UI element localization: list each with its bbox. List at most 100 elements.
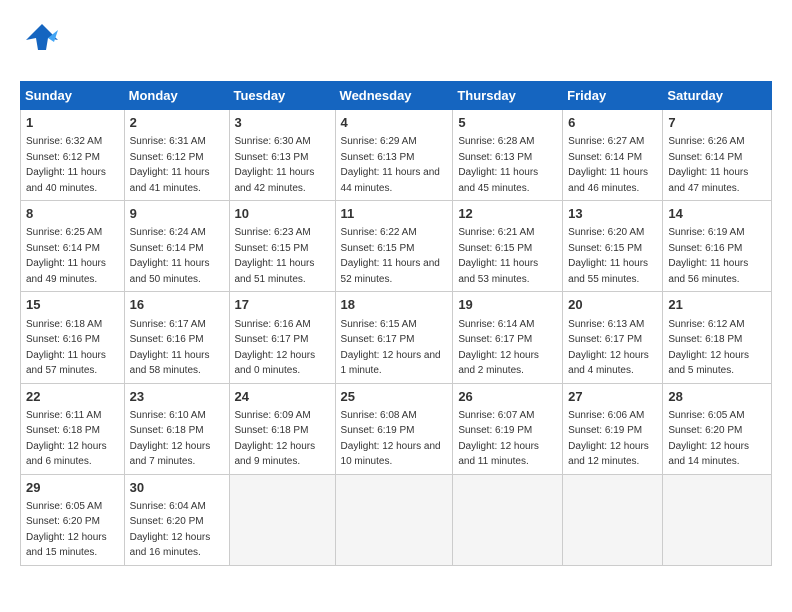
day-number: 3: [235, 114, 330, 132]
header-saturday: Saturday: [663, 82, 772, 110]
day-info: Sunrise: 6:13 AMSunset: 6:17 PMDaylight:…: [568, 319, 649, 377]
header-monday: Monday: [124, 82, 229, 110]
table-row: 5 Sunrise: 6:28 AMSunset: 6:13 PMDaylight…: [453, 110, 563, 201]
day-number: 11: [341, 205, 448, 223]
calendar-row: 8 Sunrise: 6:25 AMSunset: 6:14 PMDaylight…: [21, 201, 772, 292]
calendar-table: Sunday Monday Tuesday Wednesday Thursday…: [20, 81, 772, 566]
day-number: 5: [458, 114, 557, 132]
table-row: 16 Sunrise: 6:17 AMSunset: 6:16 PMDayligh…: [124, 292, 229, 383]
day-info: Sunrise: 6:09 AMSunset: 6:18 PMDaylight:…: [235, 410, 316, 468]
day-info: Sunrise: 6:26 AMSunset: 6:14 PMDaylight:…: [668, 136, 748, 194]
table-row: 30 Sunrise: 6:04 AMSunset: 6:20 PMDayligh…: [124, 474, 229, 565]
table-row: 9Sunrise: 6:24 AMSunset: 6:14 PMDaylight…: [124, 201, 229, 292]
day-info: Sunrise: 6:04 AMSunset: 6:20 PMDaylight:…: [130, 501, 211, 559]
day-info: Sunrise: 6:18 AMSunset: 6:16 PMDaylight:…: [26, 319, 106, 377]
day-number: 1: [26, 114, 119, 132]
calendar-body: 1 Sunrise: 6:32 AMSunset: 6:12 PMDaylight…: [21, 110, 772, 566]
table-row: 10 Sunrise: 6:23 AMSunset: 6:15 PMDayligh…: [229, 201, 335, 292]
day-info: Sunrise: 6:28 AMSunset: 6:13 PMDaylight:…: [458, 136, 538, 194]
logo-icon: [20, 20, 64, 71]
day-info: Sunrise: 6:22 AMSunset: 6:15 PMDaylight:…: [341, 227, 440, 285]
day-info: Sunrise: 6:25 AMSunset: 6:14 PMDaylight:…: [26, 227, 106, 285]
table-row: [229, 474, 335, 565]
table-row: 8 Sunrise: 6:25 AMSunset: 6:14 PMDaylight…: [21, 201, 125, 292]
day-info: Sunrise: 6:16 AMSunset: 6:17 PMDaylight:…: [235, 319, 316, 377]
day-number: 16: [130, 296, 224, 314]
table-row: 23Sunrise: 6:10 AMSunset: 6:18 PMDayligh…: [124, 383, 229, 474]
day-info: Sunrise: 6:19 AMSunset: 6:16 PMDaylight:…: [668, 227, 748, 285]
table-row: 17 Sunrise: 6:16 AMSunset: 6:17 PMDayligh…: [229, 292, 335, 383]
calendar-row: 22 Sunrise: 6:11 AMSunset: 6:18 PMDayligh…: [21, 383, 772, 474]
table-row: 2 Sunrise: 6:31 AMSunset: 6:12 PMDaylight…: [124, 110, 229, 201]
day-number: 26: [458, 388, 557, 406]
weekday-header-row: Sunday Monday Tuesday Wednesday Thursday…: [21, 82, 772, 110]
day-info: Sunrise: 6:24 AMSunset: 6:14 PMDaylight:…: [130, 227, 210, 285]
day-number: 15: [26, 296, 119, 314]
day-number: 24: [235, 388, 330, 406]
header-wednesday: Wednesday: [335, 82, 453, 110]
table-row: [663, 474, 772, 565]
table-row: 25 Sunrise: 6:08 AMSunset: 6:19 PMDayligh…: [335, 383, 453, 474]
table-row: 1 Sunrise: 6:32 AMSunset: 6:12 PMDaylight…: [21, 110, 125, 201]
page-header: [20, 20, 772, 71]
day-info: Sunrise: 6:31 AMSunset: 6:12 PMDaylight:…: [130, 136, 210, 194]
day-number: 30: [130, 479, 224, 497]
day-number: 13: [568, 205, 657, 223]
table-row: 18 Sunrise: 6:15 AMSunset: 6:17 PMDayligh…: [335, 292, 453, 383]
day-number: 18: [341, 296, 448, 314]
day-info: Sunrise: 6:08 AMSunset: 6:19 PMDaylight:…: [341, 410, 441, 468]
day-info: Sunrise: 6:10 AMSunset: 6:18 PMDaylight:…: [130, 410, 211, 468]
day-info: Sunrise: 6:23 AMSunset: 6:15 PMDaylight:…: [235, 227, 315, 285]
day-number: 19: [458, 296, 557, 314]
header-friday: Friday: [563, 82, 663, 110]
table-row: 24 Sunrise: 6:09 AMSunset: 6:18 PMDayligh…: [229, 383, 335, 474]
day-info: Sunrise: 6:11 AMSunset: 6:18 PMDaylight:…: [26, 410, 107, 468]
table-row: 22 Sunrise: 6:11 AMSunset: 6:18 PMDayligh…: [21, 383, 125, 474]
table-row: 12 Sunrise: 6:21 AMSunset: 6:15 PMDayligh…: [453, 201, 563, 292]
logo: [20, 20, 68, 71]
day-info: Sunrise: 6:06 AMSunset: 6:19 PMDaylight:…: [568, 410, 649, 468]
table-row: 11 Sunrise: 6:22 AMSunset: 6:15 PMDayligh…: [335, 201, 453, 292]
header-sunday: Sunday: [21, 82, 125, 110]
day-info: Sunrise: 6:20 AMSunset: 6:15 PMDaylight:…: [568, 227, 648, 285]
day-number: 22: [26, 388, 119, 406]
day-info: Sunrise: 6:15 AMSunset: 6:17 PMDaylight:…: [341, 319, 441, 377]
table-row: 29Sunrise: 6:05 AMSunset: 6:20 PMDayligh…: [21, 474, 125, 565]
table-row: 27Sunrise: 6:06 AMSunset: 6:19 PMDayligh…: [563, 383, 663, 474]
day-number: 8: [26, 205, 119, 223]
day-number: 7: [668, 114, 766, 132]
calendar-row: 15 Sunrise: 6:18 AMSunset: 6:16 PMDayligh…: [21, 292, 772, 383]
day-number: 17: [235, 296, 330, 314]
table-row: 7 Sunrise: 6:26 AMSunset: 6:14 PMDaylight…: [663, 110, 772, 201]
day-info: Sunrise: 6:17 AMSunset: 6:16 PMDaylight:…: [130, 319, 210, 377]
day-info: Sunrise: 6:29 AMSunset: 6:13 PMDaylight:…: [341, 136, 440, 194]
table-row: 26 Sunrise: 6:07 AMSunset: 6:19 PMDayligh…: [453, 383, 563, 474]
table-row: 4Sunrise: 6:29 AMSunset: 6:13 PMDaylight…: [335, 110, 453, 201]
day-number: 25: [341, 388, 448, 406]
table-row: 3 Sunrise: 6:30 AMSunset: 6:13 PMDaylight…: [229, 110, 335, 201]
header-thursday: Thursday: [453, 82, 563, 110]
table-row: 28Sunrise: 6:05 AMSunset: 6:20 PMDayligh…: [663, 383, 772, 474]
day-number: 28: [668, 388, 766, 406]
table-row: 14 Sunrise: 6:19 AMSunset: 6:16 PMDayligh…: [663, 201, 772, 292]
day-info: Sunrise: 6:30 AMSunset: 6:13 PMDaylight:…: [235, 136, 315, 194]
day-info: Sunrise: 6:32 AMSunset: 6:12 PMDaylight:…: [26, 136, 106, 194]
day-number: 14: [668, 205, 766, 223]
calendar-row: 1 Sunrise: 6:32 AMSunset: 6:12 PMDaylight…: [21, 110, 772, 201]
day-info: Sunrise: 6:27 AMSunset: 6:14 PMDaylight:…: [568, 136, 648, 194]
table-row: 15 Sunrise: 6:18 AMSunset: 6:16 PMDayligh…: [21, 292, 125, 383]
table-row: 13 Sunrise: 6:20 AMSunset: 6:15 PMDayligh…: [563, 201, 663, 292]
table-row: 20Sunrise: 6:13 AMSunset: 6:17 PMDayligh…: [563, 292, 663, 383]
day-number: 2: [130, 114, 224, 132]
table-row: [563, 474, 663, 565]
day-number: 12: [458, 205, 557, 223]
day-info: Sunrise: 6:14 AMSunset: 6:17 PMDaylight:…: [458, 319, 539, 377]
day-info: Sunrise: 6:21 AMSunset: 6:15 PMDaylight:…: [458, 227, 538, 285]
day-number: 21: [668, 296, 766, 314]
day-number: 29: [26, 479, 119, 497]
day-info: Sunrise: 6:07 AMSunset: 6:19 PMDaylight:…: [458, 410, 539, 468]
table-row: [335, 474, 453, 565]
day-number: 10: [235, 205, 330, 223]
table-row: [453, 474, 563, 565]
table-row: 19 Sunrise: 6:14 AMSunset: 6:17 PMDayligh…: [453, 292, 563, 383]
